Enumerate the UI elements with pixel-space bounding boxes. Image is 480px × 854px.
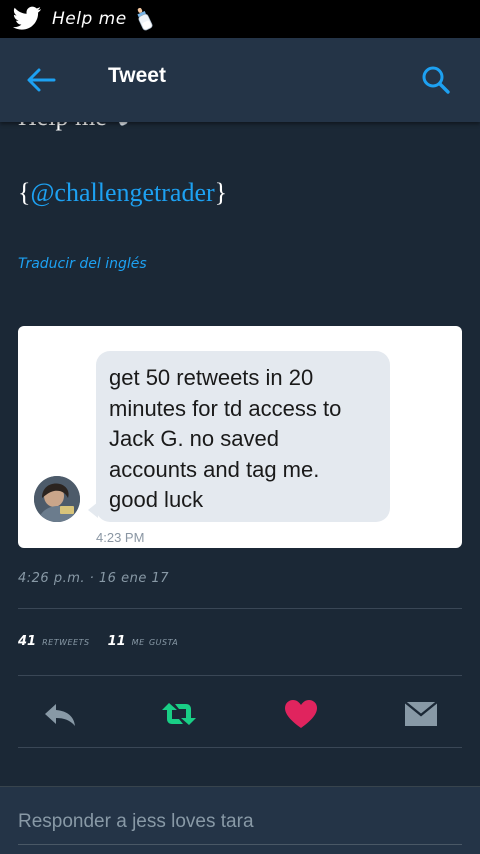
likes-label[interactable]: me gusta — [132, 634, 179, 648]
message-line: Jack G. no saved — [109, 426, 279, 451]
message-line: minutes for td access to — [109, 395, 342, 421]
header-bar: Tweet — [0, 38, 480, 122]
divider — [18, 747, 462, 748]
status-bar: Help me — [0, 0, 480, 38]
status-bar-text: Help me — [52, 9, 127, 29]
message-text: get 50 retweets in 20 minutes for td acc… — [109, 363, 378, 516]
retweets-count[interactable]: 41 — [18, 634, 36, 649]
search-icon[interactable] — [420, 64, 452, 96]
retweet-icon[interactable] — [160, 698, 198, 730]
tweet-media-image[interactable]: get 50 retweets in 20 minutes for td acc… — [18, 326, 462, 548]
brace-close: } — [214, 178, 228, 207]
reply-icon[interactable] — [42, 698, 80, 730]
heart-icon[interactable] — [282, 698, 320, 730]
reply-underline — [18, 844, 462, 845]
divider — [18, 675, 462, 676]
back-arrow-icon[interactable] — [24, 66, 58, 94]
retweets-label[interactable]: retweets — [42, 634, 89, 648]
engagement-counts: 41 retweets 11 me gusta — [18, 634, 178, 649]
mention-link[interactable]: @challengetrader — [30, 178, 214, 207]
message-line: get 50 retweets in 20 — [109, 365, 314, 390]
message-bubble: get 50 retweets in 20 minutes for td acc… — [96, 351, 390, 522]
page-title: Tweet — [108, 64, 166, 87]
avatar — [34, 476, 80, 522]
reply-input[interactable]: Responder a jess loves tara — [18, 811, 254, 833]
tweet-timestamp: 4:26 p.m. · 16 ene 17 — [18, 571, 169, 586]
tweet-actions — [0, 690, 480, 736]
likes-count[interactable]: 11 — [108, 634, 126, 649]
message-line: accounts and tag me. — [109, 456, 320, 482]
avatar-photo-icon — [34, 476, 80, 522]
translate-link[interactable]: Traducir del inglés — [18, 256, 147, 272]
divider — [18, 608, 462, 609]
baby-bottle-icon — [137, 7, 153, 31]
message-line: good luck — [109, 487, 204, 512]
brace-open: { — [18, 178, 31, 207]
twitter-bird-icon — [12, 6, 42, 30]
tweet-mention-line: {@challengetrader} — [18, 178, 227, 208]
message-time: 4:23 PM — [96, 530, 145, 545]
message-icon[interactable] — [402, 698, 440, 730]
reply-composer[interactable]: Responder a jess loves tara — [0, 786, 480, 854]
